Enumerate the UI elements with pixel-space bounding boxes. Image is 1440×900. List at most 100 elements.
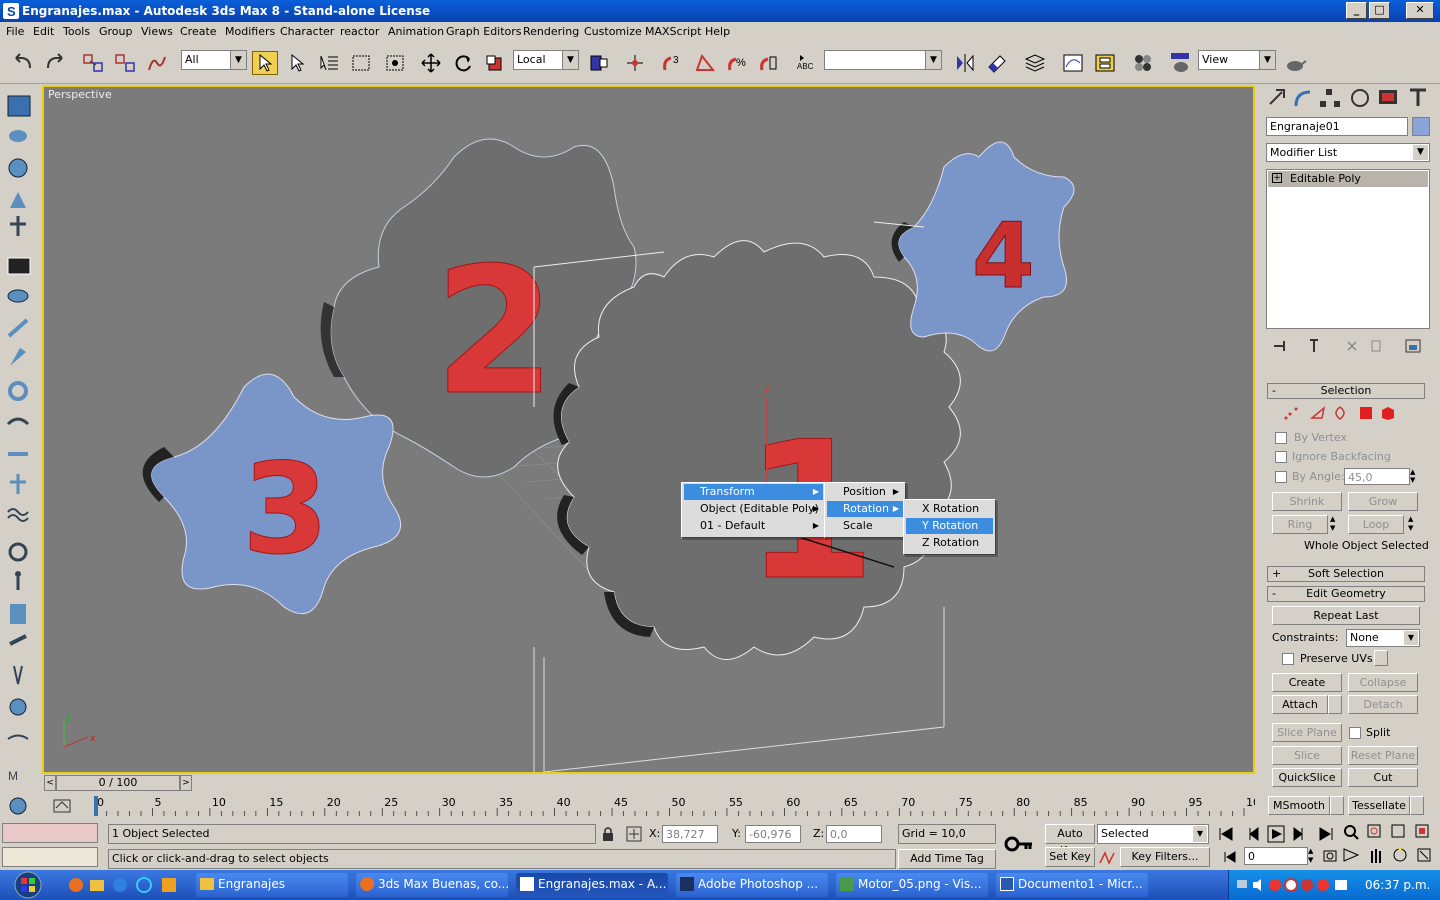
- cut-button[interactable]: Cut: [1348, 768, 1418, 787]
- add-time-tag-button[interactable]: Add Time Tag: [898, 849, 996, 869]
- maximize-button[interactable]: □: [1369, 2, 1390, 19]
- render-view-dropdown[interactable]: View ▼: [1198, 50, 1276, 70]
- bind-space-warp-button[interactable]: [144, 51, 170, 75]
- unlink-button[interactable]: [112, 51, 138, 75]
- menu-group[interactable]: Group: [99, 25, 133, 38]
- current-frame-field[interactable]: 0: [1244, 847, 1308, 865]
- select-link-button[interactable]: [80, 51, 106, 75]
- ctx-position[interactable]: Position ▶: [827, 484, 903, 500]
- snap-toggle-button[interactable]: 3: [660, 51, 686, 75]
- ctx-x-rotation[interactable]: X Rotation: [906, 501, 993, 517]
- ctx-object-editable-poly[interactable]: Object (Editable Poly) ▶: [684, 501, 823, 517]
- task-firefox[interactable]: 3ds Max Buenas, co...: [356, 873, 508, 897]
- ring-button[interactable]: Ring: [1272, 515, 1328, 534]
- mirror-button[interactable]: [952, 51, 978, 75]
- close-button[interactable]: ✕: [1406, 2, 1434, 19]
- msmooth-settings-button[interactable]: [1330, 796, 1344, 815]
- key-mode-toggle-icon[interactable]: [1222, 849, 1238, 865]
- preserve-uvs-checkbox[interactable]: [1282, 653, 1294, 665]
- absolute-mode-icon[interactable]: [626, 826, 642, 842]
- slice-plane-button[interactable]: Slice Plane: [1272, 723, 1342, 742]
- subobject-level-icons[interactable]: [1282, 404, 1412, 422]
- window-crossing-button[interactable]: [382, 51, 408, 75]
- maxscript-listener-pink[interactable]: [2, 823, 98, 843]
- y-coord-field[interactable]: -60,976: [745, 825, 801, 843]
- menu-reactor[interactable]: reactor: [340, 25, 379, 38]
- schematic-view-button[interactable]: [1092, 51, 1118, 75]
- ignore-backfacing-checkbox[interactable]: [1275, 451, 1287, 463]
- stack-item-editable-poly[interactable]: + Editable Poly: [1268, 171, 1428, 187]
- ctx-y-rotation[interactable]: Y Rotation: [906, 518, 993, 534]
- split-checkbox[interactable]: [1349, 727, 1361, 739]
- reset-plane-button[interactable]: Reset Plane: [1348, 746, 1418, 765]
- undo-button[interactable]: [10, 51, 36, 75]
- edit-geometry-rollout[interactable]: - Edit Geometry: [1267, 586, 1425, 602]
- ctx-material-default[interactable]: 01 - Default ▶: [684, 518, 823, 534]
- spinner-snap-button[interactable]: [756, 51, 782, 75]
- ctx-transform[interactable]: Transform ▶: [684, 484, 823, 500]
- app-icon[interactable]: S: [3, 3, 19, 19]
- loop-spinner-icon[interactable]: ▲ ▼: [1408, 515, 1418, 533]
- reference-coordinate-dropdown[interactable]: Local ▼: [513, 50, 579, 70]
- detach-button[interactable]: Detach: [1348, 695, 1418, 714]
- lock-icon[interactable]: [601, 826, 615, 842]
- select-list-button[interactable]: [316, 51, 342, 75]
- menu-create[interactable]: Create: [180, 25, 217, 38]
- scale-button[interactable]: [482, 51, 508, 75]
- time-config-icon[interactable]: [1322, 847, 1338, 865]
- spinner-icon[interactable]: ▲ ▼: [1410, 468, 1420, 485]
- expand-plus-icon[interactable]: +: [1272, 173, 1282, 183]
- attach-settings-button[interactable]: [1328, 695, 1342, 714]
- quick-render-button[interactable]: [1282, 51, 1308, 75]
- set-key-button[interactable]: Set Key: [1045, 847, 1095, 867]
- select-by-name-button[interactable]: [284, 51, 310, 75]
- z-coord-field[interactable]: 0,0: [826, 825, 882, 843]
- menu-tools[interactable]: Tools: [63, 25, 90, 38]
- selection-rollout[interactable]: - Selection: [1267, 383, 1425, 399]
- menu-rendering[interactable]: Rendering: [523, 25, 579, 38]
- task-photoshop[interactable]: Adobe Photoshop ...: [676, 873, 828, 897]
- menu-edit[interactable]: Edit: [33, 25, 54, 38]
- render-scene-button[interactable]: [1168, 51, 1194, 75]
- task-image-viewer[interactable]: Motor_05.png - Vis...: [836, 873, 988, 897]
- track-bar[interactable]: 0 5 10 15 20 25 30 35 40 45 50 55 60 65 70 75 80 85 90 95 10…: [42, 794, 1255, 818]
- key-curve-icon[interactable]: [1098, 849, 1118, 867]
- key-filters-button[interactable]: Key Filters...: [1120, 847, 1210, 867]
- time-slider[interactable]: < 0 / 100 >: [42, 774, 1255, 794]
- edit-named-selection-button[interactable]: ABC: [794, 51, 820, 75]
- move-button[interactable]: [418, 51, 444, 75]
- menu-maxscript[interactable]: MAXScript: [645, 25, 701, 38]
- select-object-button[interactable]: [252, 51, 278, 75]
- align-button[interactable]: [984, 51, 1010, 75]
- menu-character[interactable]: Character: [280, 25, 334, 38]
- ctx-rotation[interactable]: Rotation ▶: [827, 501, 903, 517]
- rectangular-selection-button[interactable]: [348, 51, 374, 75]
- grow-button[interactable]: Grow: [1348, 492, 1418, 511]
- ctx-scale[interactable]: Scale: [827, 518, 903, 534]
- frame-spinner-icon[interactable]: ▲ ▼: [1308, 847, 1318, 865]
- key-mode-dropdown[interactable]: Selected ▼: [1097, 824, 1209, 844]
- task-word[interactable]: Documento1 - Micr...: [996, 873, 1148, 897]
- task-engranajes-folder[interactable]: Engranajes: [196, 873, 348, 897]
- material-editor-button[interactable]: [1130, 51, 1156, 75]
- constraints-dropdown[interactable]: None ▼: [1346, 629, 1420, 647]
- object-color-swatch[interactable]: [1412, 117, 1430, 136]
- task-3ds-max[interactable]: Engranajes.max - A...: [516, 873, 668, 897]
- by-vertex-checkbox[interactable]: [1275, 432, 1287, 444]
- menu-customize[interactable]: Customize: [584, 25, 642, 38]
- tray-icons[interactable]: [1235, 877, 1361, 893]
- perspective-viewport[interactable]: Perspective 2 3 1 y: [42, 85, 1255, 774]
- msmooth-button[interactable]: MSmooth: [1268, 796, 1330, 815]
- pivot-center-button[interactable]: [586, 51, 612, 75]
- by-angle-value-field[interactable]: 45,0: [1344, 468, 1410, 485]
- object-name-field[interactable]: Engranaje01: [1266, 117, 1408, 136]
- redo-button[interactable]: [42, 51, 68, 75]
- curve-editor-button[interactable]: [1060, 51, 1086, 75]
- viewport-navigation-controls[interactable]: [1342, 823, 1438, 867]
- menu-modifiers[interactable]: Modifiers: [225, 25, 275, 38]
- maxscript-listener-white[interactable]: [2, 847, 98, 867]
- selection-filter-dropdown[interactable]: All ▼: [181, 50, 247, 70]
- angle-snap-button[interactable]: [692, 51, 718, 75]
- quickslice-button[interactable]: QuickSlice: [1272, 768, 1342, 787]
- collapse-button[interactable]: Collapse: [1348, 673, 1418, 692]
